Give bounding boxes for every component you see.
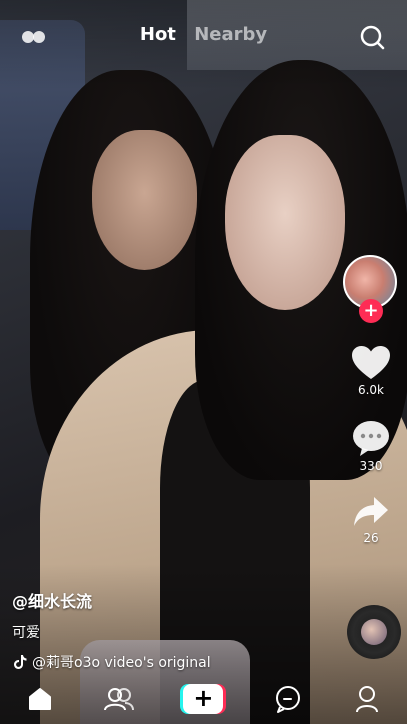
person-left-face bbox=[92, 130, 197, 270]
comment-button[interactable]: 330 bbox=[341, 419, 401, 473]
heart-icon bbox=[352, 346, 390, 379]
follow-button[interactable]: + bbox=[359, 299, 383, 323]
create-symbol: + bbox=[183, 684, 224, 714]
comment-count: 330 bbox=[359, 459, 383, 473]
friends-icon bbox=[104, 688, 135, 711]
nav-friends[interactable] bbox=[99, 679, 139, 719]
music-row[interactable]: @莉哥o3o video's original bbox=[12, 652, 332, 672]
profile-icon bbox=[356, 686, 379, 713]
messages-icon bbox=[275, 686, 300, 713]
like-count: 6.0k bbox=[357, 383, 385, 397]
comment-icon bbox=[353, 421, 389, 456]
creator-username[interactable]: @细水长流 bbox=[12, 588, 332, 612]
creator-avatar-wrap: + bbox=[343, 255, 399, 323]
top-bar: Hot Nearby bbox=[0, 0, 407, 70]
action-rail: + 6.0k 330 26 bbox=[341, 255, 401, 545]
music-disc[interactable] bbox=[347, 605, 401, 659]
share-button[interactable]: 26 bbox=[341, 495, 401, 545]
music-disc-cover bbox=[361, 619, 387, 645]
video-caption: 可爱 bbox=[12, 625, 40, 641]
nav-messages[interactable] bbox=[268, 679, 308, 719]
nav-create[interactable]: + bbox=[178, 679, 228, 719]
video-info: @细水长流 可爱 @莉哥o3o video's original bbox=[12, 588, 332, 672]
home-icon bbox=[28, 688, 51, 710]
bottom-nav: + bbox=[0, 674, 407, 724]
nav-profile[interactable] bbox=[347, 679, 387, 719]
feed-tabs: Hot Nearby bbox=[0, 24, 407, 45]
tab-hot[interactable]: Hot bbox=[140, 24, 176, 45]
share-icon bbox=[354, 497, 388, 526]
like-button[interactable]: 6.0k bbox=[341, 345, 401, 397]
nav-home[interactable] bbox=[20, 679, 60, 719]
music-title: @莉哥o3o video's original bbox=[32, 655, 211, 671]
tab-nearby[interactable]: Nearby bbox=[194, 24, 267, 45]
tiktok-note-icon bbox=[14, 655, 27, 669]
share-count: 26 bbox=[363, 531, 379, 545]
create-icon: + bbox=[180, 684, 227, 714]
search-icon[interactable] bbox=[359, 24, 385, 50]
person-right-face bbox=[225, 135, 345, 310]
